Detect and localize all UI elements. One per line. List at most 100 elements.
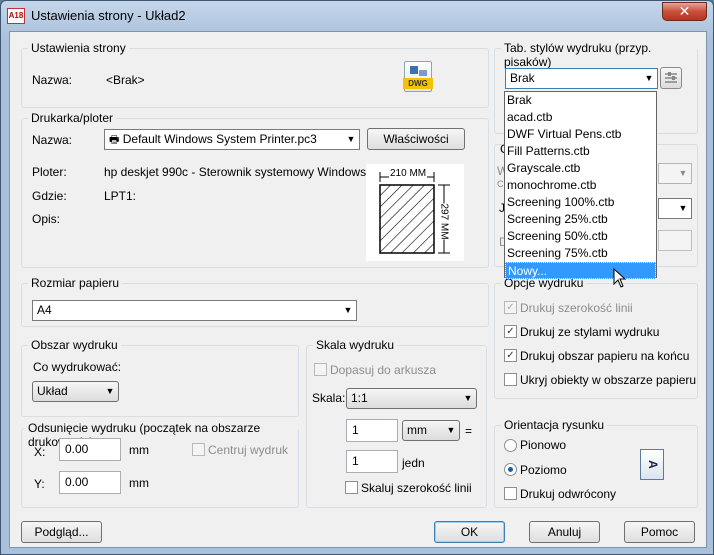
plot-lineweights-checkbox[interactable]: ✓	[504, 301, 517, 314]
offset-x-unit: mm	[129, 443, 149, 457]
scale-value2-input[interactable]: 1	[346, 450, 398, 473]
page-setup-name-value: <Brak>	[106, 73, 145, 87]
printer-properties-button[interactable]: Właściwości	[367, 128, 465, 150]
paper-preview-height: 297 MM	[438, 203, 450, 240]
dropdown-item[interactable]: acad.ctb	[505, 109, 656, 126]
chevron-down-icon: ▼	[644, 73, 654, 83]
equals-sign: =	[465, 424, 473, 438]
plot-lineweights-label: Drukuj szerokość linii	[520, 301, 633, 315]
scale-unit-value: mm	[407, 423, 427, 437]
dwg-icon-tag: DWG	[403, 78, 433, 89]
style-table-group-label: Tab. stylów wydruku (przyp. pisaków)	[501, 41, 697, 69]
where-value: LPT1:	[104, 189, 137, 203]
autocad-app-icon[interactable]: A18	[7, 8, 25, 24]
hide-paperspace-objects-checkbox[interactable]	[504, 373, 517, 386]
chevron-down-icon: ▼	[343, 305, 353, 315]
dialog-client: Ustawienia strony Nazwa: <Brak> DWG Druk…	[9, 31, 707, 548]
paper-preview: 210 MM 297 MM	[366, 164, 464, 261]
plot-upside-down-label: Drukuj odwrócony	[520, 487, 617, 501]
dropdown-item[interactable]: Screening 75%.ctb	[505, 245, 656, 262]
center-plot-label: Centruj wydruk	[208, 443, 289, 457]
dropdown-item[interactable]: Screening 50%.ctb	[505, 228, 656, 245]
offset-y-input[interactable]: 0.00	[59, 471, 121, 494]
page-glyph: A	[645, 460, 660, 469]
edit-lines-icon	[665, 72, 677, 83]
scale-unit2-label: jedn	[402, 456, 425, 470]
offset-x-label: X:	[34, 445, 46, 459]
style-table-dropdown[interactable]: Brak acad.ctb DWF Virtual Pens.ctb Fill …	[504, 91, 657, 279]
fit-to-paper-checkbox[interactable]	[314, 363, 327, 376]
where-label: Gdzie:	[32, 189, 67, 203]
plot-scale-group-label: Skala wydruku	[313, 338, 398, 352]
portrait-radio[interactable]	[504, 439, 517, 452]
dropdown-item[interactable]: Screening 100%.ctb	[505, 194, 656, 211]
chevron-down-icon: ▼	[346, 134, 356, 144]
chevron-down-icon: ▼	[446, 425, 456, 435]
printer-name-combo[interactable]: 🖶 Default Windows System Printer.pc3 ▼	[104, 129, 360, 150]
portrait-label: Pionowo	[520, 438, 567, 452]
plot-upside-down-checkbox[interactable]	[504, 487, 517, 500]
scale-label: Skala:	[312, 391, 346, 405]
offset-y-unit: mm	[129, 476, 149, 490]
scale-value: 1:1	[351, 391, 368, 405]
dropdown-item-new[interactable]: Nowy...	[505, 262, 656, 279]
mouse-cursor-icon	[613, 268, 627, 288]
plot-what-combo[interactable]: Układ ▼	[32, 381, 119, 402]
printer-name-value: Default Windows System Printer.pc3	[122, 132, 317, 146]
style-table-value: Brak	[510, 71, 535, 85]
help-button[interactable]: Pomoc	[624, 521, 695, 543]
quality-combo[interactable]: ▼	[658, 198, 692, 219]
paper-size-combo[interactable]: A4 ▼	[32, 300, 357, 321]
chevron-down-icon: ▼	[678, 203, 688, 213]
plot-with-styles-checkbox[interactable]: ✓	[504, 325, 517, 338]
scale-value1-input[interactable]: 1	[346, 419, 398, 442]
shade-combo[interactable]: ▼	[658, 163, 692, 184]
center-plot-checkbox[interactable]	[192, 443, 205, 456]
chevron-down-icon: ▼	[105, 386, 115, 396]
dwg-file-icon: DWG	[403, 61, 433, 92]
dropdown-item[interactable]: monochrome.ctb	[505, 177, 656, 194]
preview-button[interactable]: Podgląd...	[21, 521, 102, 543]
plot-what-value: Układ	[37, 384, 68, 398]
close-button[interactable]: ✕	[662, 2, 707, 21]
scale-unit-combo[interactable]: mm ▼	[402, 420, 460, 441]
dropdown-item[interactable]: Fill Patterns.ctb	[505, 143, 656, 160]
printer-name-label: Nazwa:	[32, 133, 73, 147]
plot-paperspace-last-label: Drukuj obszar papieru na końcu	[520, 349, 690, 363]
chevron-down-icon: ▼	[678, 168, 688, 178]
dropdown-item[interactable]: Grayscale.ctb	[505, 160, 656, 177]
page-setup-group-label: Ustawienia strony	[28, 41, 129, 55]
offset-y-label: Y:	[34, 477, 45, 491]
paper-size-group-label: Rozmiar papieru	[28, 276, 123, 290]
plot-paperspace-last-checkbox[interactable]: ✓	[504, 349, 517, 362]
dropdown-item[interactable]: DWF Virtual Pens.ctb	[505, 126, 656, 143]
paper-size-value: A4	[37, 303, 52, 317]
plotter-value: hp deskjet 990c - Sterownik systemowy Wi…	[104, 165, 387, 179]
chevron-down-icon: ▼	[463, 393, 473, 403]
fit-to-paper-label: Dopasuj do arkusza	[330, 363, 437, 377]
window-title: Ustawienia strony - Układ2	[31, 8, 186, 23]
offset-x-input[interactable]: 0.00	[59, 438, 121, 461]
plot-area-group-label: Obszar wydruku	[28, 338, 121, 352]
dialog-window: A18 Ustawienia strony - Układ2 ✕ Ustawie…	[0, 0, 714, 555]
landscape-radio[interactable]	[504, 463, 517, 476]
landscape-label: Poziomo	[520, 463, 567, 477]
edit-style-table-icon[interactable]	[660, 67, 682, 89]
scale-lineweights-label: Skaluj szerokość linii	[361, 481, 472, 495]
scale-lineweights-checkbox[interactable]	[345, 481, 358, 494]
orientation-group-label: Orientacja rysunku	[501, 418, 608, 432]
title-bar[interactable]: A18 Ustawienia strony - Układ2 ✕	[1, 1, 713, 31]
plot-with-styles-label: Drukuj ze stylami wydruku	[520, 325, 660, 339]
dropdown-item[interactable]: Screening 25%.ctb	[505, 211, 656, 228]
ok-button[interactable]: OK	[434, 521, 505, 543]
description-label: Opis:	[32, 212, 61, 226]
printer-group-label: Drukarka/ploter	[28, 111, 117, 125]
dpi-input[interactable]	[658, 230, 692, 251]
style-table-combo[interactable]: Brak ▼	[505, 68, 658, 89]
scale-combo[interactable]: 1:1 ▼	[346, 388, 477, 409]
paper-preview-width: 210 MM	[389, 168, 428, 179]
landscape-page-icon: A	[640, 449, 664, 480]
dropdown-item[interactable]: Brak	[505, 92, 656, 109]
cancel-button[interactable]: Anuluj	[529, 521, 600, 543]
plot-what-label: Co wydrukować:	[33, 360, 122, 374]
